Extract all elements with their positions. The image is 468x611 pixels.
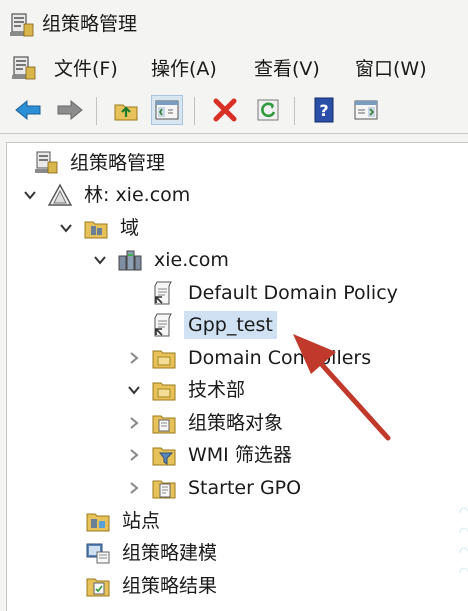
menu-bar: 文件(F) 操作(A) 查看(V) 窗口(W) — [0, 50, 468, 88]
tree-item-label: xie.com — [154, 249, 229, 271]
tree-item-label: 组策略对象 — [188, 412, 284, 434]
gpmc-window: 组策略管理 文件(F) 操作(A) 查看(V) 窗口(W) ? 组策略管理 林:… — [0, 0, 468, 611]
show-hide-tree-icon[interactable] — [151, 95, 183, 125]
toolbar: ? — [0, 89, 468, 134]
back-icon[interactable] — [12, 95, 44, 125]
chevron-right-icon[interactable] — [125, 343, 143, 373]
title-bar: 组策略管理 — [0, 0, 468, 48]
menu-window[interactable]: 窗口(W) — [352, 55, 430, 83]
tree-item-domain-controllers[interactable]: Domain Controllers — [125, 343, 375, 373]
domain-icon — [117, 247, 143, 273]
tree-item-domains[interactable]: 域 — [57, 213, 143, 243]
up-folder-icon[interactable] — [110, 95, 142, 125]
gpo-container-icon — [151, 410, 177, 436]
tree-item-label: 组策略建模 — [122, 542, 218, 564]
window-title: 组策略管理 — [42, 13, 138, 35]
sites-icon — [85, 508, 111, 534]
decorative-pattern — [459, 507, 468, 574]
tree-item-gp-results[interactable]: 组策略结果 — [59, 571, 221, 601]
console-tree: 组策略管理 林: xie.com 域 xie.com Default Domai… — [6, 142, 468, 611]
tree-item-label: WMI 筛选器 — [188, 444, 292, 466]
menu-file[interactable]: 文件(F) — [51, 55, 121, 83]
gpmc-icon — [33, 150, 59, 176]
domains-folder-icon — [83, 215, 109, 241]
forward-icon[interactable] — [54, 95, 86, 125]
toolbar-separator — [294, 97, 295, 125]
menu-action[interactable]: 操作(A) — [148, 55, 220, 83]
tree-item-gpmc-root[interactable]: 组策略管理 — [7, 148, 169, 178]
tree-item-sites[interactable]: 站点 — [59, 506, 164, 536]
results-icon — [85, 573, 111, 599]
forest-icon — [47, 182, 73, 208]
toolbar-separator — [194, 97, 195, 125]
tree-item-forest[interactable]: 林: xie.com — [21, 180, 194, 210]
tree-item-default-domain-policy[interactable]: Default Domain Policy — [125, 278, 402, 308]
system-menu-icon[interactable] — [10, 55, 38, 81]
refresh-icon[interactable] — [252, 95, 284, 125]
gpo-link-icon — [151, 312, 177, 338]
tree-item-gp-modeling[interactable]: 组策略建模 — [59, 538, 221, 568]
chevron-right-icon[interactable] — [125, 473, 143, 503]
tree-item-label: 技术部 — [188, 379, 246, 401]
ou-icon — [151, 345, 177, 371]
ou-icon — [151, 377, 177, 403]
tree-item-label: 组策略管理 — [70, 152, 166, 174]
tree-item-gpo-objects[interactable]: 组策略对象 — [125, 408, 287, 438]
tree-item-label: 站点 — [122, 510, 161, 532]
wmi-filter-icon — [151, 442, 177, 468]
tree-item-label: 域 — [120, 217, 140, 239]
chevron-right-icon[interactable] — [125, 408, 143, 438]
tree-item-wmi-filters[interactable]: WMI 筛选器 — [125, 440, 296, 470]
menu-view[interactable]: 查看(V) — [251, 55, 323, 83]
tree-item-label: 林: xie.com — [84, 184, 191, 206]
tree-item-starter-gpo[interactable]: Starter GPO — [125, 473, 305, 503]
chevron-down-icon[interactable] — [57, 213, 75, 243]
tree-item-gpp-test[interactable]: Gpp_test — [125, 310, 277, 340]
toolbar-separator — [96, 97, 97, 125]
tree-item-label: Starter GPO — [188, 477, 302, 499]
tree-item-tech-dept[interactable]: 技术部 — [125, 375, 249, 405]
tree-item-label: Default Domain Policy — [188, 282, 398, 304]
tree-item-domain-xie[interactable]: xie.com — [91, 245, 233, 275]
delete-icon[interactable] — [209, 95, 241, 125]
gpmc-app-icon — [8, 12, 36, 38]
chevron-down-icon[interactable] — [21, 180, 39, 210]
tree-item-label: 组策略结果 — [122, 575, 218, 597]
starter-gpo-icon — [151, 475, 177, 501]
tree-item-label: Domain Controllers — [188, 347, 372, 369]
chevron-right-icon[interactable] — [125, 440, 143, 470]
properties-icon[interactable] — [350, 95, 382, 125]
help-icon[interactable]: ? — [308, 95, 340, 125]
modeling-icon — [85, 540, 111, 566]
gpo-link-icon — [151, 280, 177, 306]
tree-item-label: Gpp_test — [184, 311, 277, 339]
chevron-down-icon[interactable] — [125, 375, 143, 405]
svg-text:?: ? — [319, 101, 328, 120]
chevron-down-icon[interactable] — [91, 245, 109, 275]
